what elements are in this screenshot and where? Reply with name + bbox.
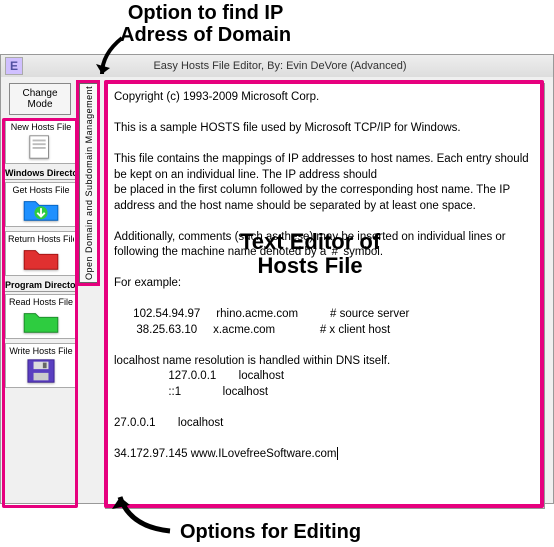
titlebar: E Easy Hosts File Editor, By: Evin DeVor… <box>1 55 553 77</box>
editor-line <box>114 106 536 122</box>
new-hosts-file-button[interactable]: New Hosts File <box>5 119 77 164</box>
section-program-dir: Program Directory <box>5 280 77 292</box>
editor-line: 102.54.94.97 rhino.acme.com # source ser… <box>114 307 536 323</box>
write-hosts-file-button[interactable]: Write Hosts File <box>5 343 77 388</box>
editor-line: 127.0.0.1 localhost <box>114 369 536 385</box>
read-hosts-label: Read Hosts File <box>8 297 74 307</box>
write-hosts-label: Write Hosts File <box>8 346 74 356</box>
editor-line <box>114 214 536 230</box>
annotation-top: Option to find IP Adress of Domain <box>120 2 291 46</box>
folder-green-icon <box>22 308 60 336</box>
editor-line <box>114 431 536 447</box>
sidebar: New Hosts File Windows Directory Get Hos… <box>5 119 77 505</box>
editor-line: 38.25.63.10 x.acme.com # x client host <box>114 323 536 339</box>
app-window: E Easy Hosts File Editor, By: Evin DeVor… <box>0 54 554 504</box>
folder-red-icon <box>22 245 60 273</box>
editor-line: This file contains the mappings of IP ad… <box>114 152 536 183</box>
app-icon: E <box>5 57 23 75</box>
editor-line: localhost name resolution is handled wit… <box>114 354 536 370</box>
editor-line: 27.0.0.1 localhost <box>114 416 536 432</box>
editor-line <box>114 137 536 153</box>
arrow-bot <box>110 487 180 537</box>
editor-line <box>114 338 536 354</box>
get-hosts-label: Get Hosts File <box>8 185 74 195</box>
editor-line: This is a sample HOSTS file used by Micr… <box>114 121 536 137</box>
domain-management-tab[interactable]: Open Domain and Subdomain Management <box>79 83 99 283</box>
file-icon <box>22 133 60 161</box>
new-hosts-label: New Hosts File <box>8 122 74 132</box>
editor-line: For example: <box>114 276 536 292</box>
editor-line: 34.172.97.145 www.ILovefreeSoftware.com <box>114 447 536 463</box>
editor-line: be placed in the first column followed b… <box>114 183 536 214</box>
change-mode-button[interactable]: Change Mode <box>9 83 71 115</box>
editor-line: ::1 localhost <box>114 385 536 401</box>
editor-line <box>114 400 536 416</box>
text-caret <box>337 447 338 460</box>
folder-download-icon <box>22 196 60 224</box>
section-windows-dir: Windows Directory <box>5 168 77 180</box>
editor-line: Copyright (c) 1993-2009 Microsoft Corp. <box>114 90 536 106</box>
get-hosts-file-button[interactable]: Get Hosts File <box>5 182 77 227</box>
hosts-text-editor[interactable]: Copyright (c) 1993-2009 Microsoft Corp. … <box>105 83 545 509</box>
annotation-mid: Text Editor of Hosts File <box>240 230 380 278</box>
save-disk-icon <box>22 357 60 385</box>
editor-line <box>114 292 536 308</box>
return-hosts-file-button[interactable]: Return Hosts File <box>5 231 77 276</box>
read-hosts-file-button[interactable]: Read Hosts File <box>5 294 77 339</box>
annotation-bot: Options for Editing <box>180 521 361 543</box>
return-hosts-label: Return Hosts File <box>8 234 74 244</box>
